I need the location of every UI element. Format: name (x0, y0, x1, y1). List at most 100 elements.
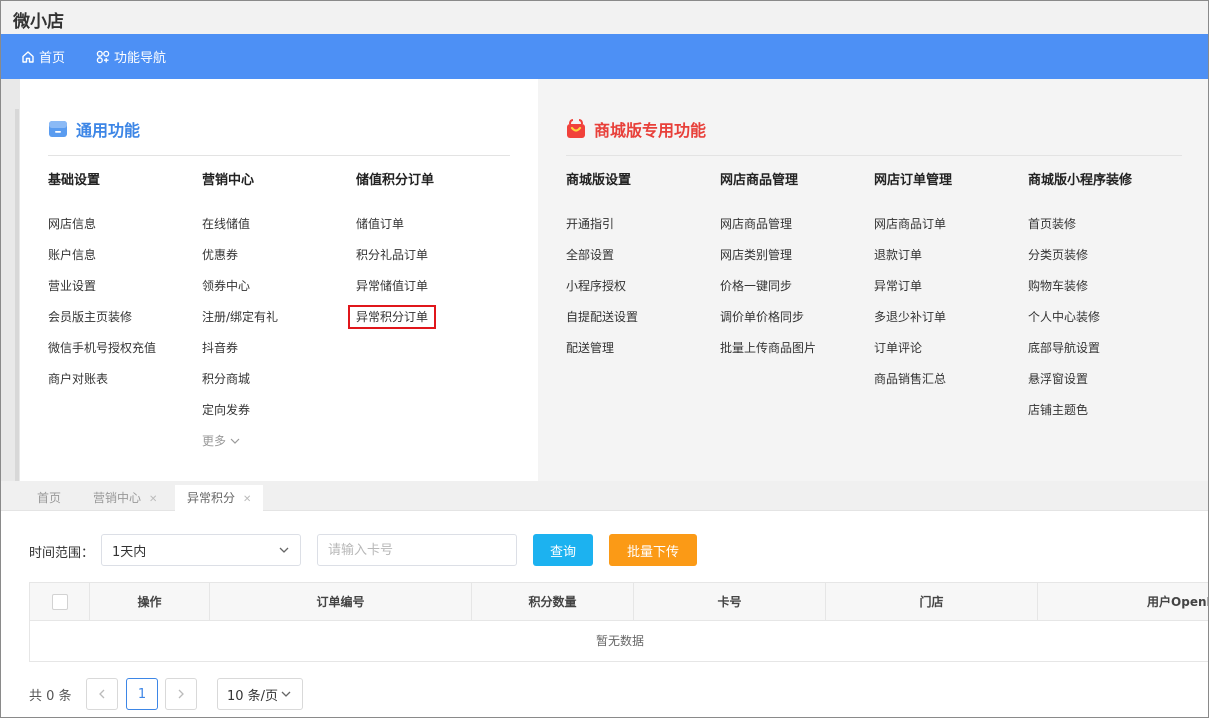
column-heading: 营销中心 (202, 173, 255, 188)
close-icon[interactable]: ✕ (243, 494, 251, 505)
table-header: 操作 订单编号 积分数量 卡号 门店 用户OpenI (30, 583, 1209, 621)
nav-home-label: 首页 (39, 51, 66, 66)
more-label: 更多 (202, 434, 227, 448)
menu-item-account-info[interactable]: 账户信息 (48, 245, 156, 276)
menu-item-wechat-phone-auth-recharge[interactable]: 微信手机号授权充值 (48, 338, 156, 369)
table-empty-text: 暂无数据 (595, 634, 644, 648)
app-window: 微小店 首页 功能导航 通用功能 基础设置 网店信息 账户信息 营业设置 会员版… (0, 0, 1209, 718)
query-button[interactable]: 查询 (533, 534, 593, 566)
menu-item-profile-decoration[interactable]: 个人中心装修 (1028, 307, 1132, 338)
menu-item-more[interactable]: 更多 (202, 431, 278, 462)
apps-icon (96, 50, 110, 63)
menu-item-homepage-decoration[interactable]: 首页装修 (1028, 214, 1132, 245)
menu-item-activation-guide[interactable]: 开通指引 (566, 214, 638, 245)
divider (48, 155, 510, 156)
menu-item-store-products[interactable]: 网店商品管理 (720, 214, 816, 245)
menu-item-product-sales-summary[interactable]: 商品销售汇总 (874, 369, 952, 400)
orders-table: 操作 订单编号 积分数量 卡号 门店 用户OpenI 暂无数据 (29, 582, 1209, 662)
menu-item-store-theme-color[interactable]: 店铺主题色 (1028, 400, 1132, 431)
menu-column-mall-settings: 商城版设置 开通指引 全部设置 小程序授权 自提配送设置 配送管理 (566, 171, 638, 369)
menu-item-register-bind-gift[interactable]: 注册/绑定有礼 (202, 307, 278, 338)
select-all-checkbox[interactable] (52, 594, 68, 610)
menu-item-floating-window-settings[interactable]: 悬浮窗设置 (1028, 369, 1132, 400)
menu-item-delivery-management[interactable]: 配送管理 (566, 338, 638, 369)
mall-functions-title: 商城版专用功能 (594, 121, 707, 140)
nav-function-navigation[interactable]: 功能导航 (96, 34, 166, 79)
tab-marketing-center[interactable]: 营销中心 ✕ (81, 485, 169, 511)
chevron-down-icon (281, 691, 291, 697)
menu-item-price-sync[interactable]: 价格一键同步 (720, 276, 816, 307)
menu-item-all-settings[interactable]: 全部设置 (566, 245, 638, 276)
menu-item-stored-value-orders[interactable]: 储值订单 (356, 214, 434, 245)
shopping-bag-icon (567, 119, 585, 138)
time-range-select[interactable]: 1天内 (101, 534, 301, 566)
menu-item-refund-supplement-orders[interactable]: 多退少补订单 (874, 307, 952, 338)
menu-item-bottom-nav-settings[interactable]: 底部导航设置 (1028, 338, 1132, 369)
time-range-value: 1天内 (112, 544, 147, 560)
menu-item-coupons[interactable]: 优惠券 (202, 245, 278, 276)
menu-column-stored-points-orders: 储值积分订单 储值订单 积分礼品订单 异常储值订单 异常积分订单 (347, 171, 437, 338)
tab-abnormal-points[interactable]: 异常积分 ✕ (175, 485, 264, 511)
column-header-order-number: 订单编号 (210, 583, 472, 621)
column-heading: 基础设置 (48, 173, 101, 188)
menu-item-member-homepage-decoration[interactable]: 会员版主页装修 (48, 307, 156, 338)
chevron-down-icon (279, 547, 289, 553)
card-number-input[interactable] (317, 534, 517, 566)
menu-item-cart-decoration[interactable]: 购物车装修 (1028, 276, 1132, 307)
menu-item-store-categories[interactable]: 网店类别管理 (720, 245, 816, 276)
menu-item-points-gift-orders[interactable]: 积分礼品订单 (356, 245, 434, 276)
page-number-button[interactable]: 1 (126, 678, 158, 710)
column-header-card-number: 卡号 (634, 583, 826, 621)
menu-column-basic-settings: 基础设置 网店信息 账户信息 营业设置 会员版主页装修 微信手机号授权充值 商户… (48, 171, 156, 400)
menu-item-batch-upload-images[interactable]: 批量上传商品图片 (720, 338, 816, 369)
chevron-left-icon (99, 689, 105, 699)
nav-home[interactable]: 首页 (21, 34, 65, 79)
next-page-button[interactable] (165, 678, 197, 710)
close-icon[interactable]: ✕ (149, 494, 157, 505)
menu-item-abnormal-points-orders[interactable]: 异常积分订单 (347, 305, 437, 338)
menu-item-pickup-delivery-settings[interactable]: 自提配送设置 (566, 307, 638, 338)
menu-item-order-reviews[interactable]: 订单评论 (874, 338, 952, 369)
menu-item-miniprogram-authorization[interactable]: 小程序授权 (566, 276, 638, 307)
column-heading: 储值积分订单 (356, 173, 435, 188)
prev-page-button[interactable] (86, 678, 118, 710)
time-range-label: 时间范围： (29, 546, 95, 561)
menu-item-points-mall[interactable]: 积分商城 (202, 369, 278, 400)
column-header-action: 操作 (90, 583, 210, 621)
column-header-user-openid: 用户OpenI (1147, 595, 1209, 609)
mall-functions-heading: 商城版专用功能 (566, 117, 706, 141)
total-count: 共 0 条 (29, 689, 72, 704)
menu-item-abnormal-stored-value-orders[interactable]: 异常储值订单 (356, 276, 434, 307)
menu-item-category-page-decoration[interactable]: 分类页装修 (1028, 245, 1132, 276)
menu-item-business-settings[interactable]: 营业设置 (48, 276, 156, 307)
common-functions-panel: 通用功能 基础设置 网店信息 账户信息 营业设置 会员版主页装修 微信手机号授权… (20, 79, 538, 481)
select-all-cell (30, 583, 90, 621)
column-header-store: 门店 (826, 583, 1038, 621)
app-title: 微小店 (13, 12, 64, 32)
common-functions-heading: 通用功能 (48, 117, 140, 141)
menu-item-merchant-reconciliation[interactable]: 商户对账表 (48, 369, 156, 400)
title-bar: 微小店 (1, 1, 1208, 34)
page-tabs-bar: 首页 营销中心 ✕ 异常积分 ✕ (1, 481, 1208, 511)
menu-item-store-info[interactable]: 网店信息 (48, 214, 156, 245)
menu-item-price-adjust-sync[interactable]: 调价单价格同步 (720, 307, 816, 338)
batch-download-button[interactable]: 批量下传 (609, 534, 697, 566)
menu-item-store-product-orders[interactable]: 网店商品订单 (874, 214, 952, 245)
menu-item-online-stored-value[interactable]: 在线储值 (202, 214, 278, 245)
menu-item-abnormal-orders[interactable]: 异常订单 (874, 276, 952, 307)
column-heading: 网店订单管理 (874, 173, 953, 188)
menu-item-targeted-coupon[interactable]: 定向发券 (202, 400, 278, 431)
page-size-value: 10 条/页 (227, 688, 279, 704)
chevron-right-icon (178, 689, 184, 699)
menu-item-douyin-coupon[interactable]: 抖音券 (202, 338, 278, 369)
menu-item-refund-orders[interactable]: 退款订单 (874, 245, 952, 276)
common-functions-title: 通用功能 (76, 121, 141, 140)
page-size-select[interactable]: 10 条/页 (217, 678, 303, 710)
store-box-icon (49, 121, 67, 137)
tab-home[interactable]: 首页 (25, 485, 73, 511)
home-icon (22, 50, 34, 63)
menu-item-coupon-center[interactable]: 领券中心 (202, 276, 278, 307)
divider (566, 155, 1182, 156)
abnormal-points-page: 时间范围： 1天内 查询 批量下传 操作 订单编号 积分数量 卡号 门店 用户O… (13, 517, 1209, 717)
function-navigation-menu: 通用功能 基础设置 网店信息 账户信息 营业设置 会员版主页装修 微信手机号授权… (20, 79, 1208, 481)
